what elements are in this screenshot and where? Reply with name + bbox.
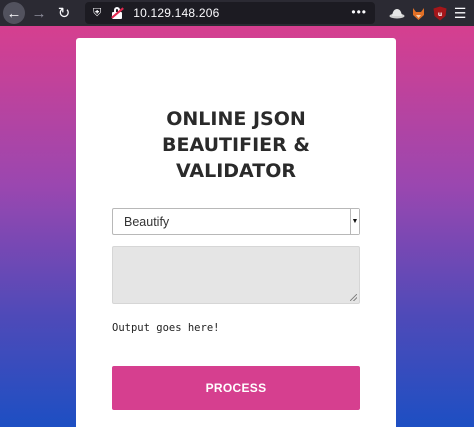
tool-card: ONLINE JSON BEAUTIFIER & VALIDATOR Beaut…: [76, 38, 396, 427]
mode-select[interactable]: Beautify ▼: [112, 208, 360, 235]
address-bar[interactable]: ⛨ 10.129.148.206 •••: [85, 2, 375, 24]
svg-text:u: u: [438, 11, 442, 18]
browser-toolbar: ← → ↻ ⛨ 10.129.148.206 ••• u ☰: [0, 0, 474, 26]
hat-icon[interactable]: [389, 5, 405, 21]
title-line-3: VALIDATOR: [175, 160, 297, 182]
page-actions-menu[interactable]: •••: [351, 5, 367, 19]
json-input[interactable]: [112, 246, 360, 304]
hamburger-menu-icon[interactable]: ☰: [452, 5, 468, 21]
resize-handle-icon[interactable]: [350, 294, 357, 301]
ublock-icon[interactable]: u: [432, 5, 448, 21]
fox-icon[interactable]: [410, 5, 426, 21]
title-line-2: BEAUTIFIER &: [162, 134, 310, 156]
page-background: ONLINE JSON BEAUTIFIER & VALIDATOR Beaut…: [0, 26, 474, 427]
insecure-lock-icon[interactable]: [111, 7, 125, 19]
output-text: Output goes here!: [112, 322, 220, 334]
reload-icon[interactable]: ↻: [53, 2, 75, 24]
process-button[interactable]: PROCESS: [112, 366, 360, 410]
title-line-1: ONLINE JSON: [166, 108, 306, 130]
mode-select-value: Beautify: [124, 215, 170, 229]
shield-icon[interactable]: ⛨: [93, 7, 101, 20]
forward-arrow-icon[interactable]: →: [28, 2, 50, 24]
back-arrow-icon[interactable]: ←: [3, 2, 25, 24]
url-text[interactable]: 10.129.148.206: [133, 6, 219, 20]
page-title: ONLINE JSON BEAUTIFIER & VALIDATOR: [76, 106, 396, 184]
dropdown-arrow-icon[interactable]: ▼: [350, 209, 359, 234]
